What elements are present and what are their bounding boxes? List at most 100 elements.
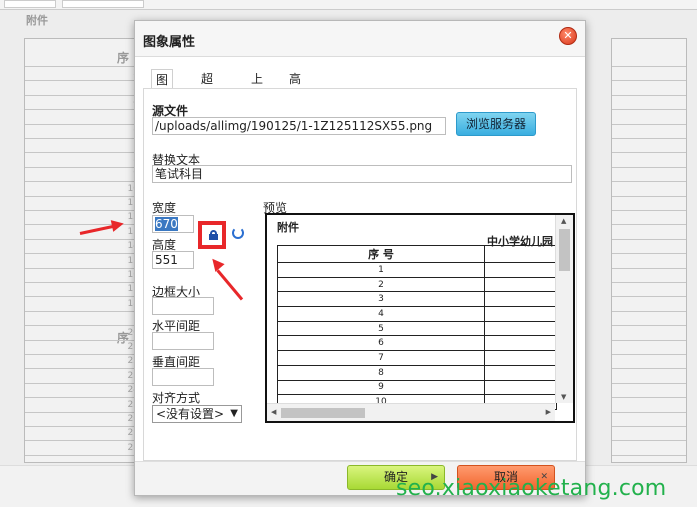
lock-ratio-highlight[interactable] <box>198 221 226 249</box>
table-row: 20 <box>25 327 143 341</box>
table-row <box>612 197 686 211</box>
preview-table: 序 号 12345678910 <box>277 245 557 410</box>
table-row: 18 <box>25 298 143 312</box>
editor-toolbar <box>0 0 697 10</box>
toolbar-group <box>4 0 56 8</box>
preview-row-number: 8 <box>277 364 485 381</box>
tab-hyperlink[interactable]: 超链接 <box>197 69 217 126</box>
tab-advanced[interactable]: 高级 <box>285 69 305 106</box>
align-selected: <没有设置> <box>156 407 225 421</box>
watermark-text: seo.xiaoxiaoketang.com <box>396 476 667 501</box>
dialog-body: 图象 超链接 上传 高级 源文件 /uploads/allimg/190125/… <box>143 69 577 461</box>
close-icon[interactable]: ✕ <box>559 27 577 45</box>
table-row <box>612 111 686 125</box>
table-row: 23 <box>25 370 143 384</box>
vspace-input[interactable] <box>152 368 214 386</box>
toolbar-group <box>62 0 144 8</box>
table-row: 6 <box>25 125 143 139</box>
reset-size-icon[interactable] <box>232 227 244 239</box>
table-row <box>612 327 686 341</box>
document-title: 附件 <box>26 14 48 27</box>
tab-upload[interactable]: 上传 <box>247 69 267 106</box>
align-select[interactable]: <没有设置> ▼ <box>152 405 242 423</box>
table-row: 10 <box>25 183 143 197</box>
tab-panel-image: 源文件 /uploads/allimg/190125/1-1Z125112SX5… <box>143 88 577 461</box>
scroll-thumb[interactable] <box>559 229 570 271</box>
table-row <box>612 427 686 442</box>
table-row: 27 <box>25 427 143 442</box>
table-row: 1 <box>25 53 143 67</box>
preview-table-row: 7 <box>277 350 557 366</box>
table-row: 26 <box>25 413 143 427</box>
dialog-title: 图象属性 <box>143 35 196 50</box>
alt-text-input[interactable]: 笔试科目 <box>152 165 572 183</box>
table-row <box>612 53 686 67</box>
border-input[interactable] <box>152 297 214 315</box>
preview-horizontal-scrollbar[interactable]: ◀ ▶ <box>267 403 555 421</box>
preview-vertical-scrollbar[interactable]: ▲ ▼ <box>555 215 573 403</box>
scroll-left-icon[interactable]: ◀ <box>271 408 276 416</box>
height-input[interactable]: 551 <box>152 251 194 269</box>
preview-table-row: 8 <box>277 364 557 381</box>
table-row <box>612 67 686 82</box>
table-row: 24 <box>25 384 143 399</box>
annotation-arrow-head <box>110 217 125 232</box>
preview-row-number: 2 <box>277 276 485 293</box>
preview-table-row: 6 <box>277 335 557 352</box>
table-row: 2 <box>25 67 143 82</box>
table-row <box>612 226 686 240</box>
preview-row-number: 3 <box>277 291 485 308</box>
preview-table-row: 1 <box>277 262 557 278</box>
preview-row-number: 6 <box>277 335 485 352</box>
table-row: 22 <box>25 355 143 370</box>
dropdown-arrow-icon: ▼ <box>230 408 238 419</box>
browse-server-button[interactable]: 浏览服务器 <box>456 112 536 136</box>
table-row <box>612 442 686 456</box>
dialog-titlebar[interactable]: 图象属性 ✕ <box>135 21 585 57</box>
table-row <box>612 298 686 312</box>
scroll-up-icon[interactable]: ▲ <box>561 217 566 225</box>
table-row: 4 <box>25 96 143 111</box>
preview-box[interactable]: 附件 中小学幼儿园 序 号 12345678910 ▲ ▼ ◀ ▶ <box>265 213 575 423</box>
table-row: 3 <box>25 82 143 96</box>
table-row: 9 <box>25 168 143 183</box>
table-row <box>612 168 686 183</box>
source-input[interactable]: /uploads/allimg/190125/1-1Z125112SX55.pn… <box>152 117 446 135</box>
table-row <box>612 139 686 154</box>
scroll-right-icon[interactable]: ▶ <box>546 408 551 416</box>
scroll-down-icon[interactable]: ▼ <box>561 393 566 401</box>
table-row <box>612 96 686 111</box>
preview-row-number: 4 <box>277 306 485 322</box>
preview-table-header: 序 号 <box>277 245 485 263</box>
scroll-thumb[interactable] <box>281 408 365 418</box>
document-table-right <box>611 38 687 471</box>
table-row <box>612 240 686 255</box>
table-row <box>612 125 686 139</box>
hspace-input[interactable] <box>152 332 214 350</box>
table-row: 28 <box>25 442 143 456</box>
table-row: 17 <box>25 283 143 298</box>
preview-row-number: 1 <box>277 262 485 278</box>
preview-table-row: 4 <box>277 306 557 322</box>
preview-table-row: 9 <box>277 379 557 396</box>
table-row: 12 <box>25 211 143 226</box>
table-row <box>612 341 686 355</box>
preview-table-row: 2 <box>277 276 557 293</box>
table-row: 25 <box>25 399 143 413</box>
preview-table-row: 5 <box>277 320 557 337</box>
table-row <box>612 255 686 269</box>
table-row: 21 <box>25 341 143 355</box>
lock-icon[interactable] <box>209 230 218 240</box>
image-properties-dialog: 图象属性 ✕ 图象 超链接 上传 高级 源文件 /uploads/allimg/… <box>134 20 586 496</box>
table-row <box>612 283 686 298</box>
preview-row-number: 9 <box>277 379 485 396</box>
width-input[interactable]: 670 <box>152 215 194 233</box>
table-row: 11 <box>25 197 143 211</box>
table-row <box>612 384 686 399</box>
table-row: 5 <box>25 111 143 125</box>
tab-image[interactable]: 图象 <box>151 69 174 107</box>
table-row: 15 <box>25 255 143 269</box>
table-row: 7 <box>25 139 143 154</box>
preview-table-row: 3 <box>277 291 557 308</box>
align-label: 对齐方式 <box>152 391 201 405</box>
